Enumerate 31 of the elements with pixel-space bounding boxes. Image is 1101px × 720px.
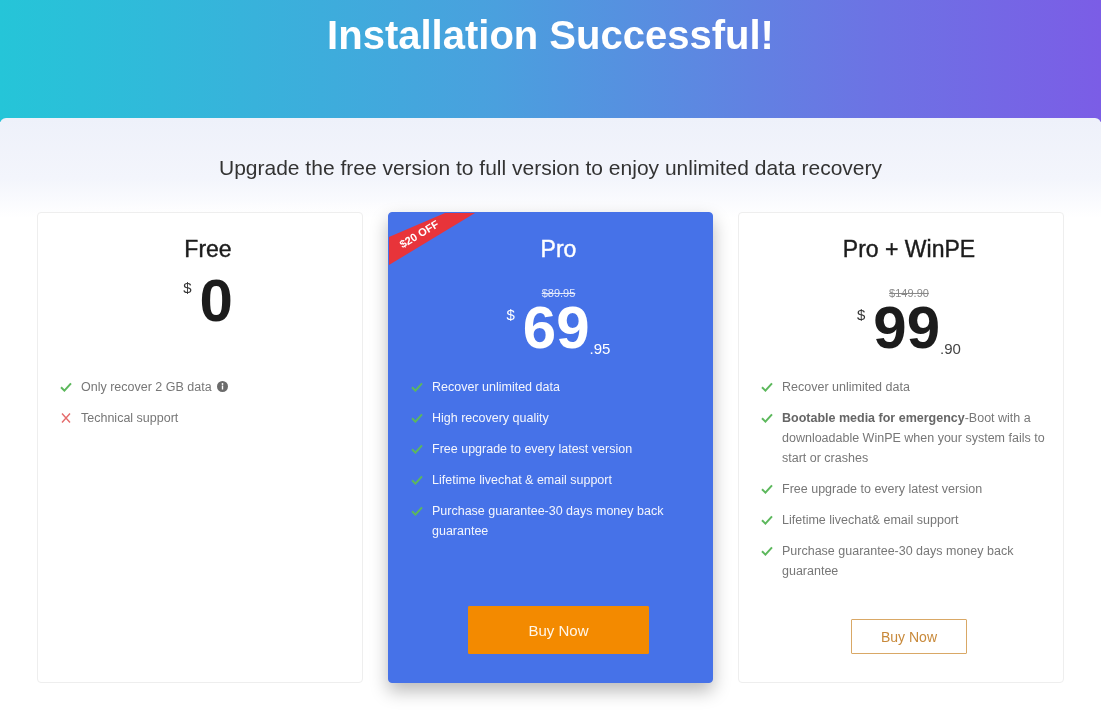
plan-name: Pro + WinPE: [842, 235, 976, 263]
feature-text: High recovery quality: [432, 411, 549, 425]
plan-name: Free: [184, 235, 232, 263]
price-amount: 0: [199, 273, 233, 329]
info-icon[interactable]: [216, 381, 228, 392]
currency-symbol: $: [506, 306, 515, 324]
feature-text: Lifetime livechat & email support: [432, 473, 612, 487]
currency-symbol: $: [183, 279, 192, 297]
price-amount: 99: [873, 300, 941, 356]
feature-text: Bootable media for emergency-Boot with a downloadable WinPE when your system fails to start or crashes: [782, 411, 1045, 465]
price-amount: 69: [522, 300, 590, 356]
plan-name: Pro: [540, 235, 577, 263]
price-cents: .95: [589, 340, 611, 358]
feature-text: Purchase guarantee-30 days money back guarantee: [782, 544, 1014, 578]
feature-text: Lifetime livechat& email support: [782, 513, 959, 527]
price-cents: .90: [940, 340, 961, 358]
feature-text: Purchase guarantee-30 days money back guarantee: [432, 504, 664, 538]
feature-text: Recover unlimited data: [432, 380, 560, 394]
buy-now-button[interactable]: Buy Now: [468, 606, 649, 654]
currency-symbol: $: [857, 306, 866, 324]
feature-text: Only recover 2 GB data: [81, 380, 212, 394]
buy-now-button[interactable]: Buy Now: [851, 619, 967, 654]
feature-text: Free upgrade to every latest version: [782, 482, 983, 496]
upgrade-subtitle: Upgrade the free version to full version to enjoy unlimited data recovery: [218, 155, 883, 181]
old-price: $89.95: [541, 286, 576, 300]
feature-text: Technical support: [81, 411, 179, 425]
discount-ribbon: $20 OFF: [389, 213, 475, 265]
feature-text: Free upgrade to every latest version: [432, 442, 633, 456]
page-title: Installation Successful!: [327, 12, 774, 58]
feature-text: Recover unlimited data: [782, 380, 910, 394]
old-price: $149.90: [889, 286, 929, 300]
